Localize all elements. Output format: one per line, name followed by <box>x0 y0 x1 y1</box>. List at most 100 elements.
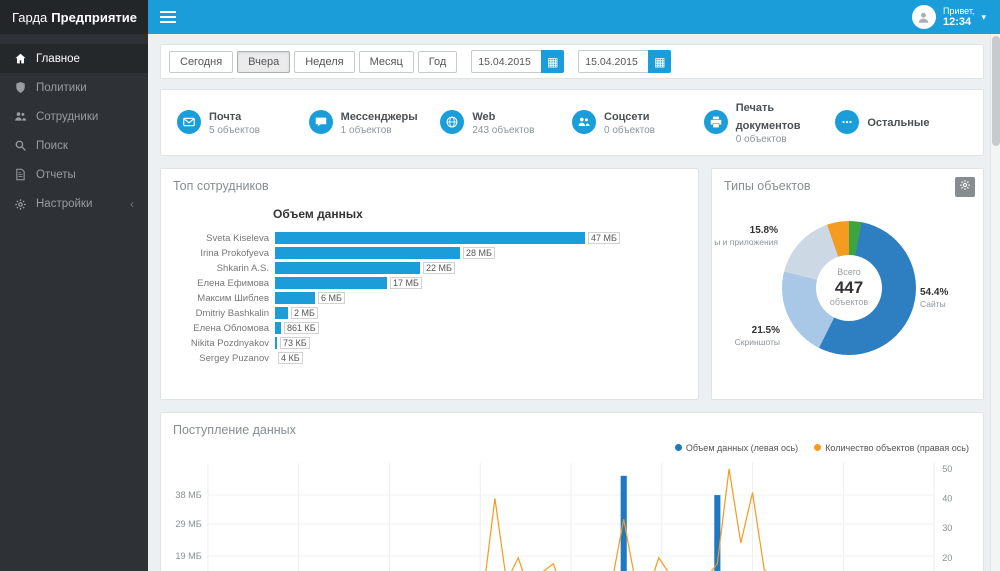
bar-value: 22 МБ <box>423 262 455 274</box>
calendar-icon: ▦ <box>547 54 559 69</box>
sidebar-item-search[interactable]: Поиск <box>0 131 148 160</box>
range-button[interactable]: Неделя <box>294 50 355 73</box>
bar-label: Елена Ефимова <box>197 277 269 289</box>
user-menu[interactable]: Привет, 12:34 ▾ <box>911 5 986 29</box>
svg-text:40: 40 <box>942 493 952 503</box>
greeting-time: 12:34 <box>942 15 972 28</box>
chevron-down-icon: ▾ <box>981 11 986 22</box>
stat-chat[interactable]: Мессенджеры 1 объектов <box>308 107 441 138</box>
stat-printer[interactable]: Печать документов 0 объектов <box>703 98 836 147</box>
donut-center-value: 447 <box>834 277 864 297</box>
donut-annotation: 54.4% Сайты <box>920 286 949 309</box>
bar <box>275 277 387 289</box>
date-from-input[interactable] <box>471 50 542 73</box>
stat-count: 1 объектов <box>340 125 392 136</box>
scrollbar-thumb[interactable] <box>992 36 1000 146</box>
stat-label: Почта <box>209 111 242 123</box>
avatar <box>911 5 936 29</box>
date-from-calendar-button[interactable]: ▦ <box>541 50 565 73</box>
stat-count: 0 объектов <box>735 134 787 145</box>
bar-label: Shkarin A.S. <box>216 262 269 274</box>
svg-text:30: 30 <box>942 523 952 533</box>
panel-title: Поступление данных <box>173 422 296 437</box>
stat-globe[interactable]: Web 243 объектов <box>440 107 572 138</box>
search-icon <box>14 139 27 152</box>
bar-value: 2 МБ <box>291 307 318 319</box>
sidebar-item-label: Настройки <box>36 198 93 210</box>
object-types-panel: Типы объектов Всего 447 объектов 15.8% ы… <box>711 167 984 400</box>
users-icon <box>14 110 27 123</box>
stat-mail[interactable]: Почта 5 объектов <box>177 107 309 138</box>
sidebar-item-label: Отчеты <box>36 168 76 181</box>
date-from-group: ▦ <box>471 50 565 73</box>
bar-row: Irina Prokofyeva 28 МБ <box>173 246 686 261</box>
bar-label: Елена Обломова <box>193 322 269 334</box>
sidebar-item-shield[interactable]: Политики <box>0 73 148 102</box>
sidebar-item-label: Сотрудники <box>36 110 99 123</box>
legend-item[interactable]: Количество объектов (правая ось) <box>814 443 969 453</box>
stat-label: Соцсети <box>604 111 650 123</box>
stats-bar: Почта 5 объектов Мессенджеры 1 объектов Web 2… <box>160 89 984 156</box>
sidebar-item-home[interactable]: Главное <box>0 44 148 73</box>
range-button[interactable]: Вчера <box>237 50 291 73</box>
range-button[interactable]: Сегодня <box>169 50 234 73</box>
main-content: СегодняВчераНеделяМесяцГод ▦ ▦ Почта 5 об… <box>148 34 990 571</box>
filter-bar: СегодняВчераНеделяМесяцГод ▦ ▦ <box>160 44 984 79</box>
bar-value: 861 КБ <box>284 322 319 334</box>
range-button[interactable]: Месяц <box>358 50 414 73</box>
legend-item[interactable]: Объем данных (левая ось) <box>674 443 798 453</box>
bar-label: Sveta Kiseleva <box>206 232 269 244</box>
brand-light: Гарда <box>12 9 48 25</box>
donut-annotation: 15.8% ы и приложения <box>714 224 778 247</box>
stat-label: Печать документов <box>735 102 801 132</box>
chart-title: Объем данных <box>273 206 363 221</box>
panel-title: Топ сотрудников <box>173 178 269 193</box>
bar <box>275 262 420 274</box>
sidebar-nav: Главное Политики Сотрудники Поиск Отчеты Наст… <box>0 34 148 571</box>
brand-bold: Предприятие <box>51 9 138 25</box>
report-icon <box>14 168 27 181</box>
legend-dot-icon <box>674 444 682 451</box>
bar-value: 6 МБ <box>318 292 345 304</box>
bar-label: Nikita Pozdnyakov <box>190 337 269 349</box>
date-to-group: ▦ <box>578 50 672 73</box>
date-to-calendar-button[interactable]: ▦ <box>648 50 672 73</box>
donut-chart-area: Всего 447 объектов 15.8% ы и приложения … <box>712 199 983 389</box>
panel-row: Топ сотрудников Объем данных Sveta Kisel… <box>160 167 984 400</box>
bar-row: Елена Ефимова 17 МБ <box>173 276 686 291</box>
app-logo: Гарда Предприятие <box>0 0 148 34</box>
stat-label: Мессенджеры <box>340 111 418 123</box>
printer-icon <box>703 110 728 135</box>
range-button[interactable]: Год <box>417 50 458 73</box>
employees-bar-chart: Sveta Kiseleva 47 МБ Irina Prokofyeva 28 МБ… <box>161 231 698 366</box>
date-to-input[interactable] <box>578 50 649 73</box>
donut-center-units: объектов <box>829 297 869 308</box>
panel-settings-button[interactable] <box>955 176 975 197</box>
dots-icon <box>835 110 860 135</box>
bar-label: Максим Шиблев <box>197 292 269 304</box>
bar-row: Sveta Kiseleva 47 МБ <box>173 231 686 246</box>
svg-text:38 МБ: 38 МБ <box>175 490 201 500</box>
sidebar-item-label: Поиск <box>36 139 68 152</box>
sidebar-item-users[interactable]: Сотрудники <box>0 102 148 131</box>
bar-row: Shkarin A.S. 22 МБ <box>173 261 686 276</box>
stat-people[interactable]: Соцсети 0 объектов <box>572 107 704 138</box>
top-employees-panel: Топ сотрудников Объем данных Sveta Kisel… <box>160 167 699 400</box>
stat-count: 0 объектов <box>604 125 655 136</box>
sidebar-item-label: Политики <box>36 81 87 94</box>
bar-row: Nikita Pozdnyakov 73 КБ <box>173 336 686 351</box>
bar-value: 28 МБ <box>463 247 495 259</box>
sidebar-item-gear[interactable]: Настройки ‹ <box>0 189 148 219</box>
scrollbar[interactable] <box>990 34 1000 571</box>
donut-annotation: 21.5% Скриншоты <box>734 324 780 347</box>
data-flow-panel: Поступление данных Объем данных (левая о… <box>160 411 984 571</box>
gear-icon <box>14 198 27 211</box>
greeting-text: Привет, <box>942 5 975 16</box>
menu-toggle-button[interactable] <box>160 6 186 28</box>
bar-row: Елена Обломова 861 КБ <box>173 321 686 336</box>
bar <box>275 307 288 319</box>
bar-row: Dmitriy Bashkalin 2 МБ <box>173 306 686 321</box>
sidebar-item-report[interactable]: Отчеты <box>0 160 148 189</box>
chevron-left-icon: ‹ <box>130 197 134 211</box>
stat-dots[interactable]: Остальные <box>835 110 967 135</box>
